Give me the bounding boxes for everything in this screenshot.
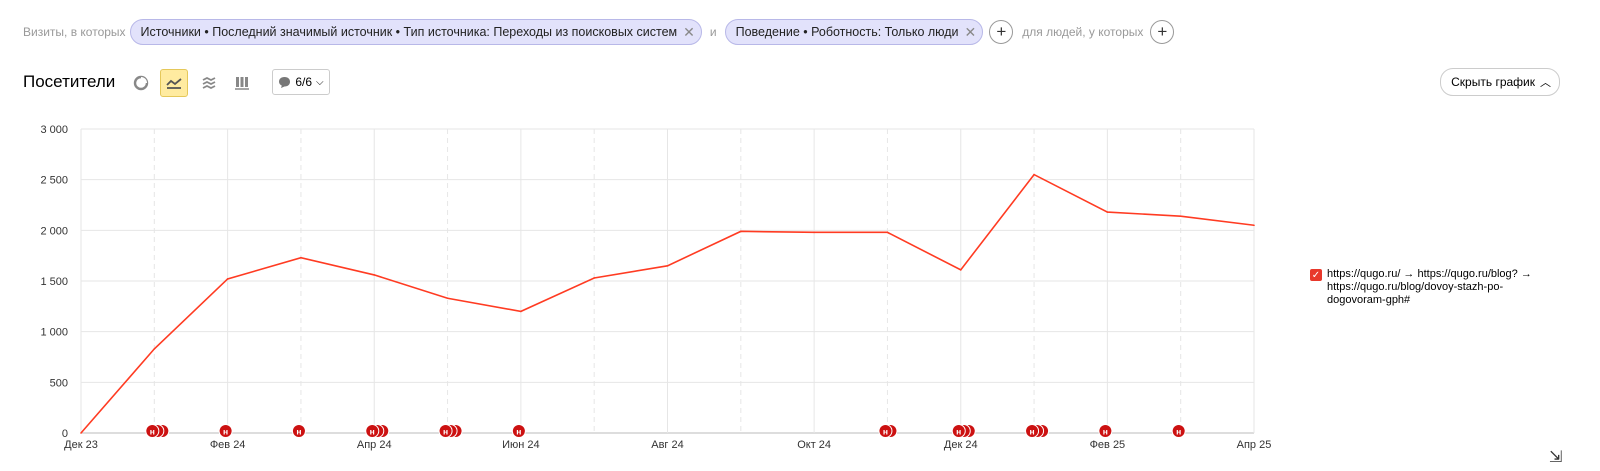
mouse-cursor-icon: ⇲ (1549, 449, 1563, 466)
x-tick-label: Апр 25 (1237, 439, 1272, 451)
legend-checkbox[interactable]: ✓ (1310, 269, 1322, 281)
data-point (886, 231, 889, 234)
data-point (153, 348, 156, 350)
note-marker-label: н (370, 427, 375, 437)
chart-legend: ✓ https://qugo.ru/ → https://qugo.ru/blo… (1310, 268, 1535, 307)
data-point (1033, 173, 1035, 176)
x-tick-label: Июн 24 (502, 439, 540, 451)
data-point (1179, 215, 1182, 217)
x-tick-label: Дек 24 (944, 439, 978, 451)
x-tick-label: Апр 24 (357, 439, 392, 451)
data-point (813, 231, 815, 234)
visitors-line-chart: 05001 0001 5002 0002 5003 000Дек 23 Фев 2… (40, 124, 1272, 451)
x-tick-label: Фев 24 (210, 439, 246, 451)
data-point (1253, 224, 1255, 227)
data-point (1106, 211, 1109, 213)
note-marker-label: н (1176, 427, 1181, 437)
data-point (740, 230, 742, 233)
note-marker-label: н (443, 427, 448, 437)
note-marker-label: н (883, 427, 888, 437)
y-tick-label: 1 500 (40, 276, 68, 288)
y-tick-label: 3 000 (40, 124, 68, 136)
y-tick-label: 1 000 (40, 327, 68, 339)
data-point (959, 269, 962, 271)
note-marker-label: н (516, 427, 521, 437)
check-icon: ✓ (1311, 269, 1321, 281)
note-marker-label: н (956, 427, 961, 437)
note-marker-label: н (1029, 427, 1034, 437)
data-point (666, 265, 669, 267)
x-tick-label: Окт 24 (797, 439, 831, 451)
note-marker-label: н (1103, 427, 1108, 437)
y-tick-label: 500 (50, 377, 68, 389)
y-tick-label: 2 500 (40, 175, 68, 187)
note-marker-label: н (150, 427, 155, 437)
legend-label: https://qugo.ru/ → https://qugo.ru/blog?… (1327, 268, 1532, 306)
note-marker-label: н (223, 427, 228, 437)
data-point (446, 297, 449, 300)
data-point (80, 432, 82, 434)
y-tick-label: 2 000 (40, 225, 68, 237)
x-tick-label: Авг 24 (651, 439, 683, 451)
data-point (520, 310, 522, 313)
note-marker-label: н (296, 427, 301, 437)
x-tick-label: Фев 25 (1090, 439, 1126, 451)
data-point (593, 277, 595, 279)
data-point (226, 278, 229, 280)
data-point (373, 274, 376, 276)
data-point (300, 256, 302, 259)
x-tick-label: Дек 23 (64, 439, 98, 451)
